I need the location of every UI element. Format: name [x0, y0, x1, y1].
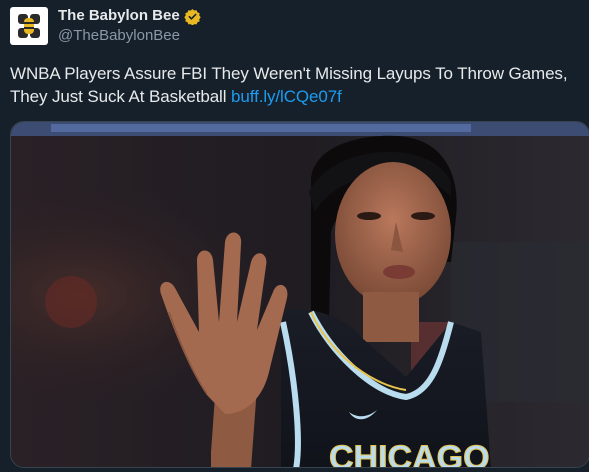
- display-name[interactable]: The Babylon Bee: [58, 6, 180, 26]
- verified-badge-icon[interactable]: [183, 8, 201, 25]
- jersey-lettering: CHICAGO: [329, 439, 490, 468]
- display-name-row: The Babylon Bee: [58, 6, 201, 26]
- account-handle[interactable]: @TheBabylonBee: [58, 26, 201, 46]
- tweet-card[interactable]: The Babylon Bee @TheBabylonBee WNBA Play…: [0, 0, 589, 472]
- player-photo: CHICAGO: [11, 122, 589, 468]
- tweet-text: WNBA Players Assure FBI They Weren't Mis…: [10, 62, 582, 108]
- tweet-image[interactable]: CHICAGO: [10, 121, 589, 468]
- account-names: The Babylon Bee @TheBabylonBee: [58, 6, 201, 46]
- avatar[interactable]: [10, 7, 48, 45]
- tweet-header: The Babylon Bee @TheBabylonBee: [10, 6, 201, 46]
- bee-logo-icon: [12, 9, 46, 43]
- tweet-link[interactable]: buff.ly/lCQe07f: [231, 87, 342, 106]
